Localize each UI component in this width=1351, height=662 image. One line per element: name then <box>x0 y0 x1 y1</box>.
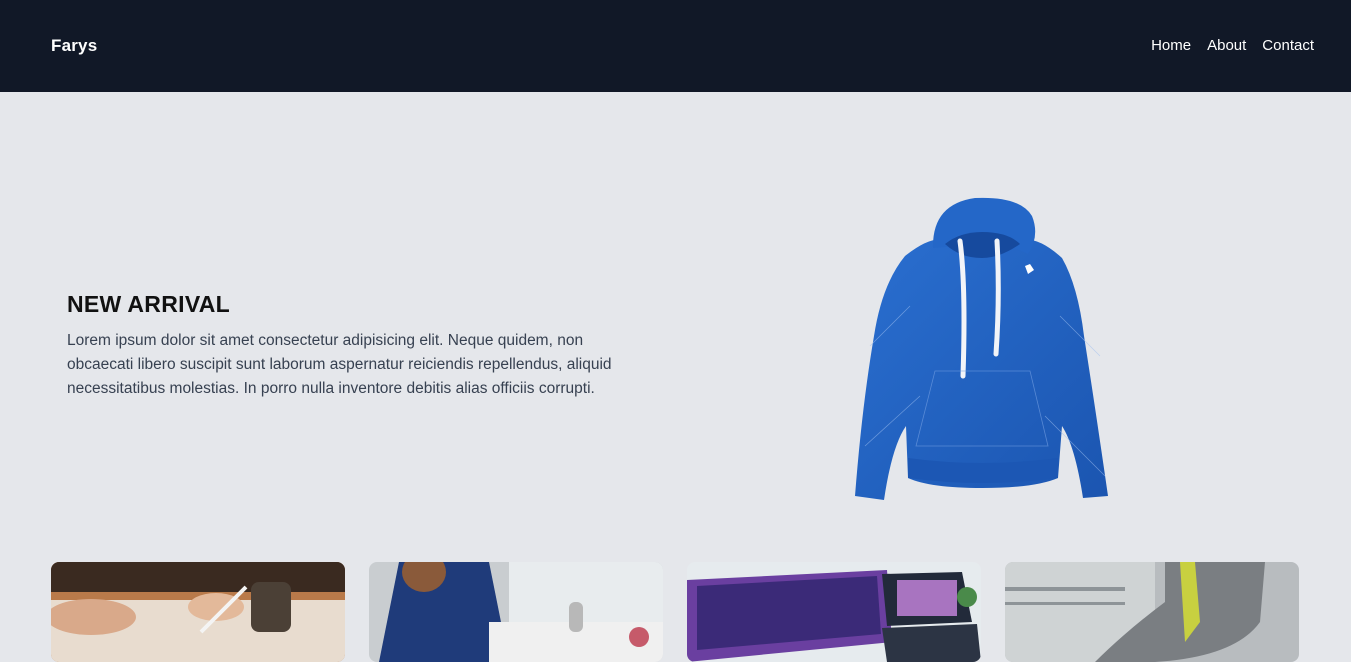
nav-link-home[interactable]: Home <box>1151 37 1191 54</box>
hero-section: NEW ARRIVAL Lorem ipsum dolor sit amet c… <box>0 92 1351 562</box>
card-woman-at-desk[interactable] <box>369 562 663 662</box>
card-hands-drawing[interactable] <box>51 562 345 662</box>
brand-logo[interactable]: Farys <box>51 36 97 56</box>
hands-drawing-photo <box>51 562 345 662</box>
laptop-and-monitor-photo <box>687 562 981 662</box>
nav-link-contact[interactable]: Contact <box>1262 37 1314 54</box>
grey-sneaker-photo <box>1005 562 1299 662</box>
nav-links: Home About Contact <box>1151 37 1314 54</box>
card-laptop-monitor[interactable] <box>687 562 981 662</box>
card-grey-sneaker[interactable] <box>1005 562 1299 662</box>
nav-link-about[interactable]: About <box>1207 37 1246 54</box>
hero-description: Lorem ipsum dolor sit amet consectetur a… <box>67 332 612 397</box>
woman-at-desk-photo <box>369 562 663 662</box>
navbar: Farys Home About Contact <box>0 0 1351 92</box>
blue-hoodie-image <box>850 196 1115 506</box>
hero-title: NEW ARRIVAL <box>67 291 231 317</box>
card-grid <box>51 562 1299 662</box>
